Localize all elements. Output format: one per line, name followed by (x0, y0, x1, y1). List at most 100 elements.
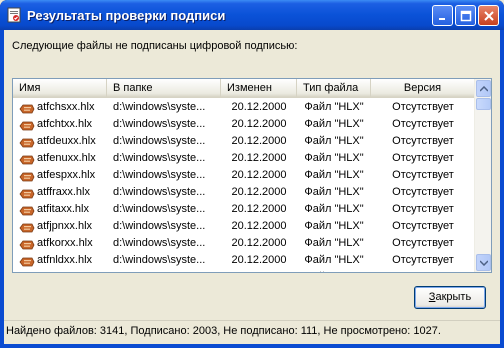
file-version: Отсутствует (392, 169, 454, 181)
file-type: Файл "HLX" (304, 169, 364, 181)
scroll-down-button[interactable] (476, 254, 491, 271)
hlx-file-icon (19, 205, 35, 215)
file-modified: 20.12.2000 (231, 254, 287, 266)
file-modified: 20.12.2000 (231, 118, 287, 130)
hlx-file-icon (19, 137, 35, 147)
file-name-text: atfitaxx.hlx (37, 203, 89, 215)
maximize-icon (460, 10, 471, 21)
table-row[interactable]: atfptbxx.hlx d:\windows\syste... 20.12.200… (13, 269, 475, 274)
close-button-label: акрыть (435, 291, 472, 303)
table-row[interactable]: atfenuxx.hlx d:\windows\syste... 20.12.200… (13, 150, 475, 167)
scroll-up-button[interactable] (476, 80, 491, 97)
file-type: Файл "HLX" (297, 269, 371, 272)
file-name: atfptbxx.hlx (19, 269, 107, 274)
window-frame-bottom (0, 344, 504, 348)
file-name-text: atfkorxx.hlx (37, 237, 93, 249)
file-name-text: atfnldxx.hlx (37, 254, 93, 266)
file-modified: 20.12.2000 (221, 269, 297, 272)
file-name: atfchsxx.hlx (19, 99, 107, 116)
table-row[interactable]: atffraxx.hlx d:\windows\syste... 20.12.200… (13, 184, 475, 201)
table-row[interactable]: atfchsxx.hlx d:\windows\syste... 20.12.200… (13, 99, 475, 116)
file-name: atffraxx.hlx (19, 184, 107, 201)
table-row[interactable]: atfkorxx.hlx d:\windows\syste... 20.12.200… (13, 235, 475, 252)
file-type: Файл "HLX" (304, 152, 364, 164)
file-type: Файл "HLX" (304, 118, 364, 130)
arrow-up-icon (479, 85, 488, 92)
prompt-label: Следующие файлы не подписаны цифровой по… (12, 40, 298, 52)
file-version: Отсутствует (392, 186, 454, 198)
file-type: Файл "HLX" (304, 135, 364, 147)
file-modified: 20.12.2000 (231, 237, 287, 249)
file-folder: d:\windows\syste... (113, 152, 206, 164)
window-title: Результаты проверки подписи (27, 8, 226, 23)
file-version: Отсутствует (392, 118, 454, 130)
hlx-file-icon (19, 120, 35, 130)
hlx-file-icon (19, 154, 35, 164)
hlx-file-icon (19, 103, 35, 113)
hlx-file-icon (19, 222, 35, 232)
table-row[interactable]: atfjpnxx.hlx d:\windows\syste... 20.12.200… (13, 218, 475, 235)
scroll-thumb[interactable] (476, 98, 491, 110)
file-modified: 20.12.2000 (231, 101, 287, 113)
list-header: Имя В папке Изменен Тип файла Версия (13, 79, 475, 98)
file-folder: d:\windows\syste... (113, 186, 206, 198)
file-folder: d:\windows\syste... (113, 118, 206, 130)
file-version: Отсутствует (392, 254, 454, 266)
file-type: Файл "HLX" (304, 186, 364, 198)
hlx-file-icon (19, 273, 35, 274)
table-row[interactable]: atfnldxx.hlx d:\windows\syste... 20.12.200… (13, 252, 475, 269)
dialog-body: Следующие файлы не подписаны цифровой по… (4, 30, 500, 344)
maximize-button[interactable] (455, 5, 476, 26)
close-icon (483, 10, 494, 21)
column-header-type[interactable]: Тип файла (297, 79, 371, 98)
file-name-text: atfenuxx.hlx (37, 152, 96, 164)
column-header-modified[interactable]: Изменен (221, 79, 297, 98)
table-row[interactable]: atfespxx.hlx d:\windows\syste... 20.12.200… (13, 167, 475, 184)
file-type: Файл "HLX" (304, 203, 364, 215)
file-folder: d:\windows\syste... (113, 254, 206, 266)
file-folder: d:\windows\syste... (113, 169, 206, 181)
list-rows: atfchsxx.hlx d:\windows\syste... 20.12.200… (13, 99, 475, 274)
vertical-scrollbar[interactable] (474, 79, 491, 272)
file-name-text: atfptbxx.hlx (37, 269, 93, 272)
file-folder: d:\windows\syste... (113, 203, 206, 215)
file-name-text: atfdeuxx.hlx (37, 135, 96, 147)
file-name: atfenuxx.hlx (19, 150, 107, 167)
file-modified: 20.12.2000 (231, 203, 287, 215)
file-modified: 20.12.2000 (231, 220, 287, 232)
file-name: atfitaxx.hlx (19, 201, 107, 218)
file-name: atfnldxx.hlx (19, 252, 107, 269)
table-row[interactable]: atfchtxx.hlx d:\windows\syste... 20.12.200… (13, 116, 475, 133)
file-modified: 20.12.2000 (231, 186, 287, 198)
column-header-name[interactable]: Имя (13, 79, 107, 98)
close-window-button[interactable] (478, 5, 499, 26)
file-type: Файл "HLX" (304, 254, 364, 266)
file-version: Отсутствует (392, 135, 454, 147)
title-bar[interactable]: Результаты проверки подписи (0, 0, 504, 30)
column-header-version[interactable]: Версия (371, 79, 475, 98)
file-version: Отсутствует (392, 237, 454, 249)
file-name-text: atfespxx.hlx (37, 169, 96, 181)
column-header-folder[interactable]: В папке (107, 79, 221, 98)
hlx-file-icon (19, 239, 35, 249)
file-version: Отсутствует (392, 203, 454, 215)
file-folder: d:\windows\syste... (113, 135, 206, 147)
table-row[interactable]: atfitaxx.hlx d:\windows\syste... 20.12.200… (13, 201, 475, 218)
file-name: atfdeuxx.hlx (19, 133, 107, 150)
minimize-button[interactable] (432, 5, 453, 26)
unsigned-files-list[interactable]: Имя В папке Изменен Тип файла Версия atf… (12, 78, 492, 273)
close-button[interactable]: Закрыть (414, 286, 486, 309)
arrow-down-icon (479, 259, 488, 266)
file-folder: d:\windows\syste... (113, 220, 206, 232)
file-modified: 20.12.2000 (231, 169, 287, 181)
status-bar: Найдено файлов: 3141, Подписано: 2003, Н… (4, 320, 500, 340)
file-version: Отсутствует (392, 101, 454, 113)
file-name-text: atfjpnxx.hlx (37, 220, 93, 232)
file-modified: 20.12.2000 (231, 135, 287, 147)
file-version: Отсутствует (392, 152, 454, 164)
file-name: atfespxx.hlx (19, 167, 107, 184)
minimize-icon (438, 17, 445, 20)
file-name-text: atffraxx.hlx (37, 186, 90, 198)
table-row[interactable]: atfdeuxx.hlx d:\windows\syste... 20.12.200… (13, 133, 475, 150)
file-folder: d:\windows\syste... (113, 237, 206, 249)
